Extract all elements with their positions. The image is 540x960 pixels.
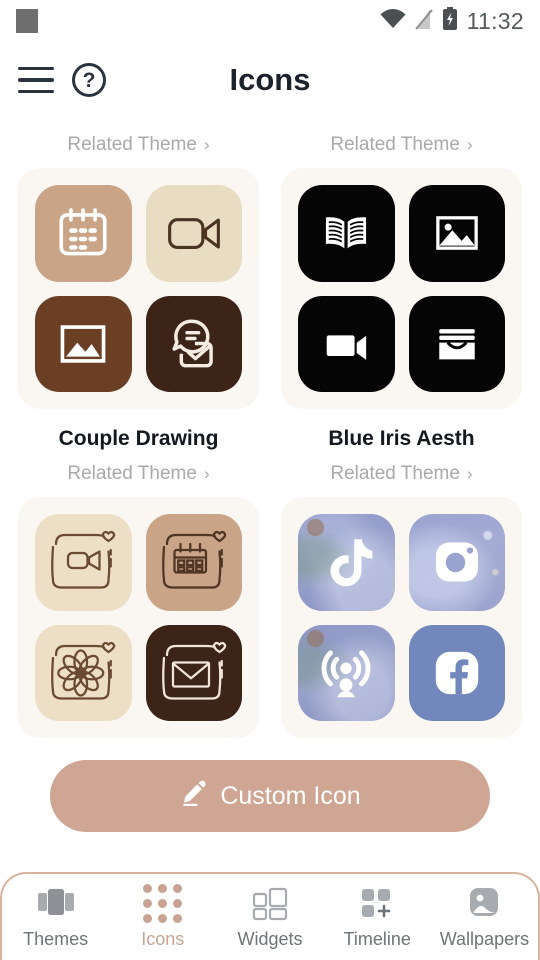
theme-card-1[interactable]: [18, 168, 259, 409]
nav-item-icons[interactable]: Icons: [109, 874, 216, 960]
dot-grid-icon: [143, 883, 183, 923]
pencil-edit-icon: [179, 778, 209, 815]
status-bar-time: 11:32: [466, 7, 524, 34]
related-theme-link-4[interactable]: Related Theme ›: [281, 453, 522, 497]
related-theme-link-1[interactable]: Related Theme ›: [18, 124, 259, 168]
chevron-right-icon: ›: [466, 464, 473, 483]
theme-card-row-1: [18, 168, 522, 409]
nav-label-wallpapers: Wallpapers: [439, 929, 530, 949]
video-camera-icon[interactable]: [145, 185, 242, 282]
instagram-camera-icon[interactable]: [408, 514, 505, 611]
nav-label-icons: Icons: [141, 929, 185, 949]
sketch-flower-icon[interactable]: [35, 624, 132, 721]
video-camera-filled-icon[interactable]: [298, 295, 395, 392]
status-bar-right: 11:32: [380, 6, 524, 36]
header-icon-group: ?: [18, 63, 106, 97]
related-theme-label: Related Theme: [67, 134, 197, 155]
status-bar-left: [16, 9, 38, 33]
theme-card-4[interactable]: [281, 497, 522, 738]
facebook-icon[interactable]: [408, 624, 505, 721]
theme-card-3[interactable]: [18, 497, 259, 738]
nav-item-wallpapers[interactable]: Wallpapers: [431, 874, 538, 960]
app-header: ? Icons: [0, 42, 540, 118]
timeline-plus-icon: [358, 884, 396, 922]
themes-carousel-icon: [36, 884, 76, 922]
nav-label-themes: Themes: [23, 929, 89, 949]
related-theme-link-2[interactable]: Related Theme ›: [281, 124, 522, 168]
theme-list: Related Theme › Related Theme › Couple D…: [0, 118, 540, 832]
sketch-video-camera-icon[interactable]: [35, 514, 132, 611]
bottom-navigation: Themes Icons Widgets Timeline Wallpapers: [0, 872, 540, 960]
nav-label-widgets: Widgets: [237, 929, 303, 949]
theme-card-2[interactable]: [281, 168, 522, 409]
chevron-right-icon: ›: [203, 464, 210, 483]
battery-charging-icon: [442, 6, 458, 36]
image-icon[interactable]: [408, 185, 505, 282]
podcast-broadcast-icon[interactable]: [298, 624, 395, 721]
theme-title-couple-drawing: Couple Drawing: [58, 427, 219, 450]
wifi-icon: [380, 8, 406, 34]
related-theme-label: Related Theme: [330, 134, 460, 155]
related-theme-row-2: Related Theme › Related Theme ›: [18, 453, 522, 497]
nav-label-timeline: Timeline: [343, 929, 411, 949]
inbox-archive-icon[interactable]: [408, 295, 505, 392]
related-theme-link-3[interactable]: Related Theme ›: [18, 453, 259, 497]
calendar-icon[interactable]: [35, 185, 132, 282]
related-theme-label: Related Theme: [330, 463, 460, 484]
tiktok-icon[interactable]: [298, 514, 395, 611]
custom-icon-section: Custom Icon: [18, 738, 522, 832]
help-circle-icon[interactable]: ?: [72, 63, 106, 97]
image-icon[interactable]: [35, 295, 132, 392]
square-icon: [16, 9, 38, 33]
signal-off-icon: [414, 8, 433, 35]
nav-item-widgets[interactable]: Widgets: [216, 874, 323, 960]
status-bar: 11:32: [0, 0, 540, 42]
theme-card-row-2: [18, 497, 522, 738]
theme-title-row: Couple Drawing Blue Iris Aesth: [18, 409, 522, 453]
custom-icon-button-label: Custom Icon: [220, 781, 361, 810]
related-theme-label: Related Theme: [67, 463, 197, 484]
nav-item-themes[interactable]: Themes: [2, 874, 109, 960]
related-theme-row-1: Related Theme › Related Theme ›: [18, 124, 522, 168]
sketch-calendar-icon[interactable]: [145, 514, 242, 611]
wallpaper-image-icon: [466, 884, 502, 922]
app-screen: 11:32 ? Icons Related Theme › Related Th…: [0, 0, 540, 960]
nav-item-timeline[interactable]: Timeline: [324, 874, 431, 960]
chevron-right-icon: ›: [466, 135, 473, 154]
sketch-envelope-icon[interactable]: [145, 624, 242, 721]
open-book-icon[interactable]: [298, 185, 395, 282]
chat-inbox-icon[interactable]: [145, 295, 242, 392]
custom-icon-button[interactable]: Custom Icon: [50, 760, 490, 832]
widgets-squares-icon: [251, 884, 289, 922]
hamburger-menu-icon[interactable]: [18, 67, 54, 93]
chevron-right-icon: ›: [203, 135, 210, 154]
theme-title-blue-iris: Blue Iris Aesth: [328, 427, 475, 450]
